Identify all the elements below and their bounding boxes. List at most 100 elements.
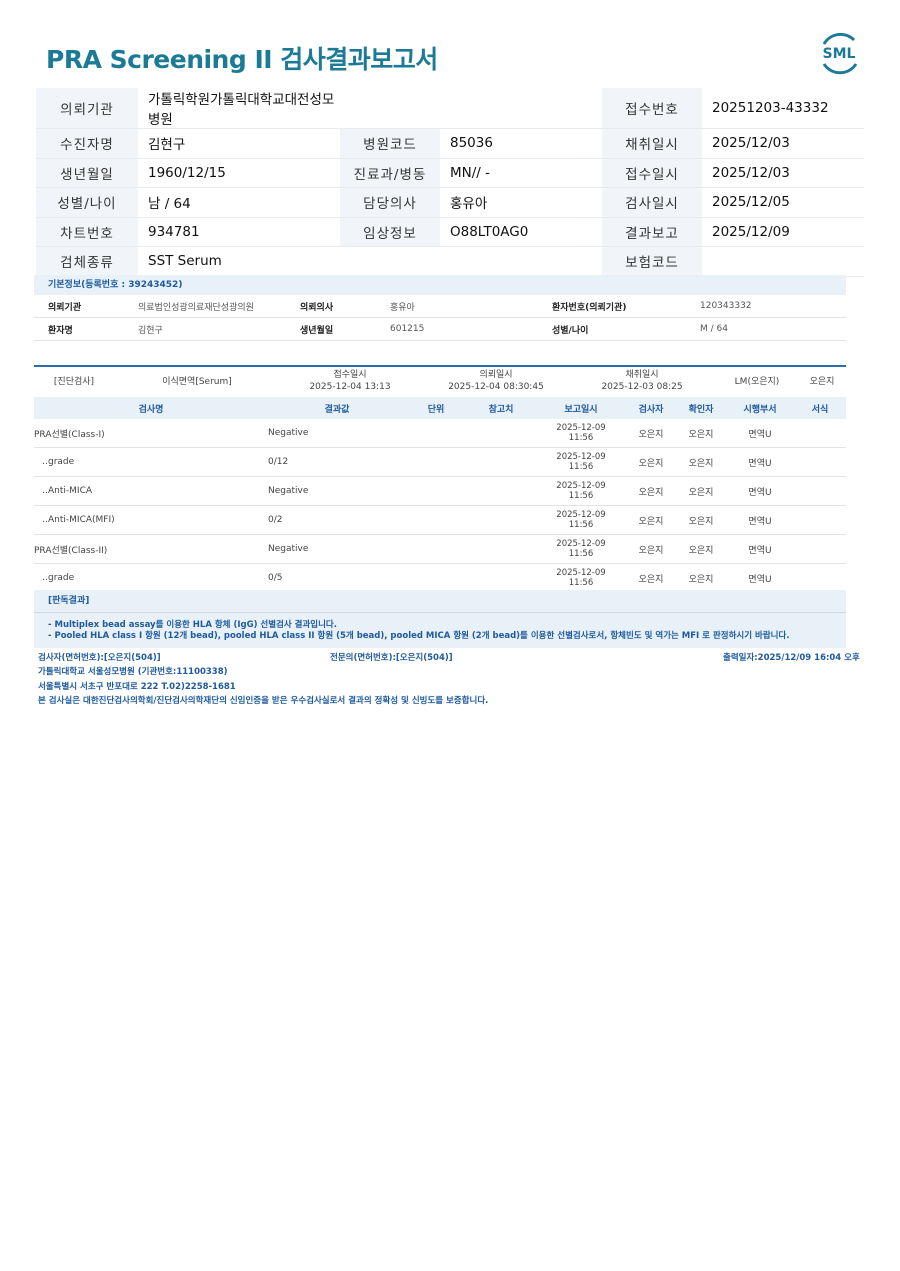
- label: 환자명: [34, 317, 138, 341]
- department: 면역U: [726, 534, 794, 564]
- reference: [466, 563, 536, 593]
- unit: [406, 505, 466, 535]
- report-date-time: 11:56: [568, 578, 594, 588]
- department: 면역U: [726, 419, 794, 448]
- header-info-row: 성별/나이 남 / 64 담당의사 홍유아 검사일시 2025/12/05: [36, 187, 864, 218]
- column-header: 참고치: [466, 397, 536, 419]
- field-label: 성별/나이: [36, 187, 138, 218]
- header-info-row: 차트번호 934781 임상정보 O88LT0AG0 결과보고 2025/12/09: [36, 217, 864, 247]
- value: M / 64: [700, 317, 846, 341]
- header-info-row: 의뢰기관 가톨릭학원가톨릭대학교대전성모병원 접수번호 20251203-43332: [36, 88, 864, 129]
- form: [794, 447, 846, 477]
- field-label: [340, 88, 440, 129]
- field-label: 결과보고: [602, 217, 702, 247]
- checker: 오은지: [676, 447, 726, 477]
- field-value: 2025/12/03: [702, 128, 864, 159]
- basic-info-row: 의뢰기관 의료법인성광의료재단성광의원 의뢰의사 홍유아 환자번호(의뢰기관) …: [34, 295, 846, 318]
- table-row: ‥Anti-MICA(MFI) 0/2 2025-12-09 11:56 오은지 오은지 면…: [34, 505, 846, 535]
- logo-text: SML: [823, 46, 856, 62]
- value: 120343332: [700, 295, 846, 318]
- checker: 오은지: [676, 505, 726, 535]
- order-person: 오은지: [809, 377, 835, 387]
- table-row: ‥grade 0/12 2025-12-09 11:56 오은지 오은지 면역U: [34, 447, 846, 477]
- received-label: 접수일시: [333, 370, 367, 380]
- field-label: [340, 246, 440, 277]
- field-value: 20251203-43332: [702, 88, 864, 129]
- basic-info-row: 환자명 김현구 생년월일 601215 성별/나이 M / 64: [34, 317, 846, 341]
- department: 면역U: [726, 563, 794, 593]
- basic-info-box: 기본정보(등록번호 : 39243452) 의뢰기관 의료법인성광의료재단성광의…: [34, 275, 846, 341]
- checker: 오은지: [676, 476, 726, 506]
- form: [794, 419, 846, 448]
- reference: [466, 476, 536, 506]
- sml-logo: SML: [823, 32, 858, 75]
- form: [794, 563, 846, 593]
- department: 면역U: [726, 476, 794, 506]
- unit: [406, 447, 466, 477]
- report-title: PRA Screening II 검사결과보고서: [46, 45, 438, 74]
- field-value: [702, 246, 864, 277]
- report-date-day: 2025-12-09: [556, 452, 606, 462]
- field-value: 1960/12/15: [138, 158, 340, 188]
- column-header: 결과값: [268, 397, 406, 419]
- field-label: 차트번호: [36, 217, 138, 247]
- test-name: PRA선별(Class-I): [34, 419, 268, 448]
- field-value: 2025/12/03: [702, 158, 864, 188]
- unit: [406, 476, 466, 506]
- field-value: 85036: [440, 128, 602, 159]
- test-name: ‥Anti-MICA(MFI): [34, 505, 268, 535]
- field-label: 채취일시: [602, 128, 702, 159]
- test-name: PRA선별(Class-II): [34, 534, 268, 564]
- field-label: 진료과/병동: [340, 158, 440, 188]
- header-info-row: 수진자명 김현구 병원코드 85036 채취일시 2025/12/03: [36, 128, 864, 159]
- collected-label: 채취일시: [625, 370, 659, 380]
- field-value: O88LT0AG0: [440, 217, 602, 247]
- reference: [466, 447, 536, 477]
- field-label: 의뢰기관: [36, 88, 138, 129]
- requested-label: 의뢰일시: [479, 370, 513, 380]
- judgement-header: [판독결과]: [34, 590, 846, 613]
- table-row: ‥Anti-MICA Negative 2025-12-09 11:56 오은지 오은지 면…: [34, 476, 846, 506]
- checker: 오은지: [676, 419, 726, 448]
- column-header: 검사명: [34, 397, 268, 419]
- result-value: Negative: [268, 534, 406, 564]
- report-date: 2025-12-09 11:56: [536, 563, 626, 593]
- judgement-line: - Multiplex bead assay를 이용한 HLA 항체 (IgG)…: [48, 620, 337, 630]
- checker: 오은지: [676, 563, 726, 593]
- field-value: 2025/12/09: [702, 217, 864, 247]
- field-value: SST Serum: [138, 246, 340, 277]
- judgement-line: - Pooled HLA class I 항원 (12개 bead), pool…: [48, 631, 790, 641]
- value: 김현구: [138, 317, 300, 341]
- report-date-day: 2025-12-09: [556, 539, 606, 549]
- table-row: ‥grade 0/5 2025-12-09 11:56 오은지 오은지 면역U: [34, 563, 846, 593]
- report-date: 2025-12-09 11:56: [536, 505, 626, 535]
- field-label: 보험코드: [602, 246, 702, 277]
- org-info: 가톨릭대학교 서울성모병원 (기관번호:11100338): [38, 667, 228, 677]
- test-name: ‥Anti-MICA: [34, 476, 268, 506]
- unit: [406, 563, 466, 593]
- tester: 오은지: [626, 534, 676, 564]
- report-date: 2025-12-09 11:56: [536, 447, 626, 477]
- field-value: 홍유아: [440, 187, 602, 218]
- result-value: 0/2: [268, 505, 406, 535]
- column-header: 단위: [406, 397, 466, 419]
- value: 의료법인성광의료재단성광의원: [138, 295, 300, 318]
- field-label: 생년월일: [36, 158, 138, 188]
- field-label: 접수일시: [602, 158, 702, 188]
- report-date: 2025-12-09 11:56: [536, 419, 626, 448]
- report-date-day: 2025-12-09: [556, 568, 606, 578]
- report-date-time: 11:56: [568, 549, 594, 559]
- field-label: 병원코드: [340, 128, 440, 159]
- certification-note: 본 검사실은 대한진단검사의학회/진단검사의학재단의 신임인증을 받은 우수검사…: [38, 696, 489, 706]
- print-date: 출력일자:2025/12/09 16:04 오후: [723, 653, 860, 663]
- field-label: 검체종류: [36, 246, 138, 277]
- field-value: 934781: [138, 217, 340, 247]
- field-value: 김현구: [138, 128, 340, 159]
- reference: [466, 505, 536, 535]
- result-value: Negative: [268, 419, 406, 448]
- column-header: 시행부서: [726, 397, 794, 419]
- header-info-table: 의뢰기관 가톨릭학원가톨릭대학교대전성모병원 접수번호 20251203-43332 수…: [36, 88, 864, 277]
- unit: [406, 534, 466, 564]
- field-value: 가톨릭학원가톨릭대학교대전성모병원: [138, 88, 340, 129]
- address-info: 서울특별시 서초구 반포대로 222 T.02)2258-1681: [38, 682, 236, 692]
